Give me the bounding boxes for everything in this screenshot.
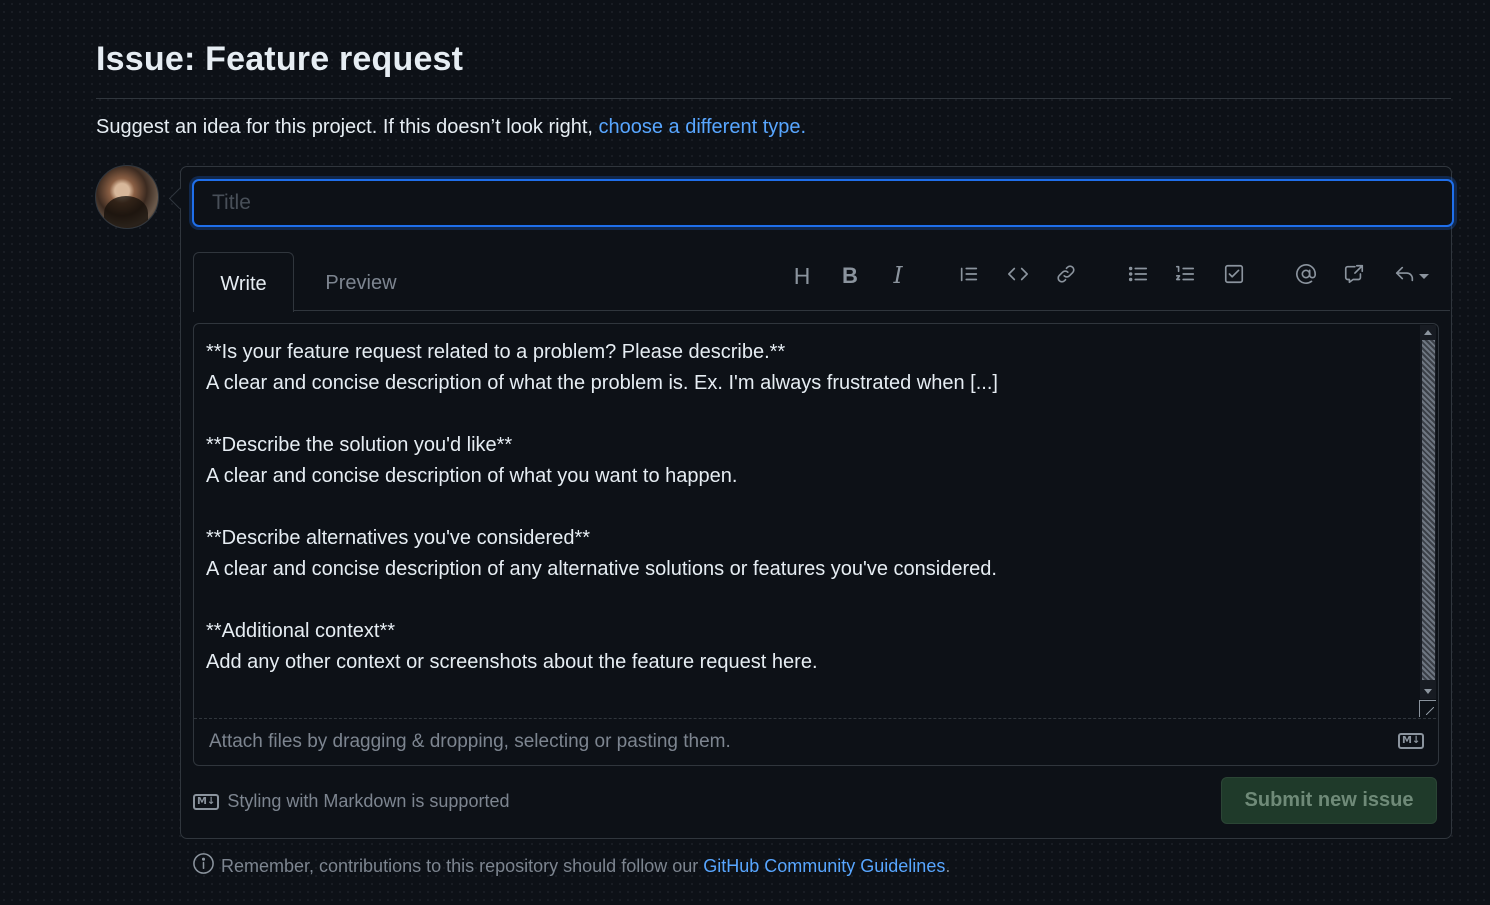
submit-new-issue-button[interactable]: Submit new issue (1221, 777, 1437, 824)
markdown-note-text[interactable]: Styling with Markdown is supported (227, 791, 509, 812)
link-icon (1055, 263, 1077, 290)
bold-icon: B (842, 263, 858, 288)
quote-icon (958, 263, 980, 290)
chevron-down-icon (1418, 273, 1429, 279)
subtitle-text: Suggest an idea for this project. If thi… (96, 116, 599, 138)
ordered-list-button[interactable] (1169, 260, 1201, 292)
page-title: Issue: Feature request (96, 40, 464, 78)
page-subtitle: Suggest an idea for this project. If thi… (96, 116, 806, 139)
title-input[interactable] (192, 179, 1454, 227)
cross-reference-button[interactable] (1338, 260, 1370, 292)
scrollbar-thumb[interactable] (1422, 340, 1435, 680)
unordered-list-button[interactable] (1122, 260, 1154, 292)
scroll-down-icon[interactable] (1424, 689, 1432, 694)
heading-button[interactable]: H (786, 260, 818, 292)
italic-button[interactable]: I (882, 260, 914, 292)
markdown-icon: M↓ (1398, 733, 1425, 749)
mention-button[interactable] (1290, 260, 1322, 292)
link-button[interactable] (1050, 260, 1082, 292)
quote-button[interactable] (953, 260, 985, 292)
code-button[interactable] (1002, 260, 1034, 292)
tab-bar-divider (193, 310, 1450, 311)
markdown-note: M↓ Styling with Markdown is supported (193, 791, 509, 812)
reply-dropdown-button[interactable] (1388, 260, 1434, 292)
unordered-list-icon (1127, 263, 1149, 290)
reply-icon (1394, 263, 1416, 290)
markdown-icon: M↓ (193, 793, 220, 810)
guidelines-suffix: . (945, 855, 951, 876)
tab-write[interactable]: Write (193, 252, 294, 312)
community-guidelines-link[interactable]: GitHub Community Guidelines (703, 856, 945, 876)
guidelines-note: Remember, contributions to this reposito… (192, 852, 950, 880)
italic-icon: I (893, 263, 903, 289)
guidelines-text: Remember, contributions to this reposito… (221, 855, 704, 876)
attach-divider (194, 718, 1436, 719)
heading-icon: H (793, 262, 811, 289)
avatar[interactable] (95, 165, 159, 229)
scroll-up-icon[interactable] (1424, 330, 1432, 335)
attach-files-hint[interactable]: Attach files by dragging & dropping, sel… (209, 731, 731, 753)
code-icon (1007, 263, 1029, 290)
choose-different-type-link[interactable]: choose a different type. (599, 116, 807, 138)
task-list-icon (1223, 263, 1245, 290)
mention-icon (1295, 263, 1317, 290)
ordered-list-icon (1174, 263, 1196, 290)
tab-preview[interactable]: Preview (306, 252, 416, 310)
issue-body-textarea[interactable]: **Is your feature request related to a p… (206, 337, 1406, 707)
title-divider (96, 98, 1451, 99)
task-list-button[interactable] (1218, 260, 1250, 292)
resize-handle[interactable] (1419, 700, 1436, 717)
info-icon (192, 852, 215, 880)
bold-button[interactable]: B (834, 260, 866, 292)
cross-reference-icon (1343, 263, 1365, 290)
